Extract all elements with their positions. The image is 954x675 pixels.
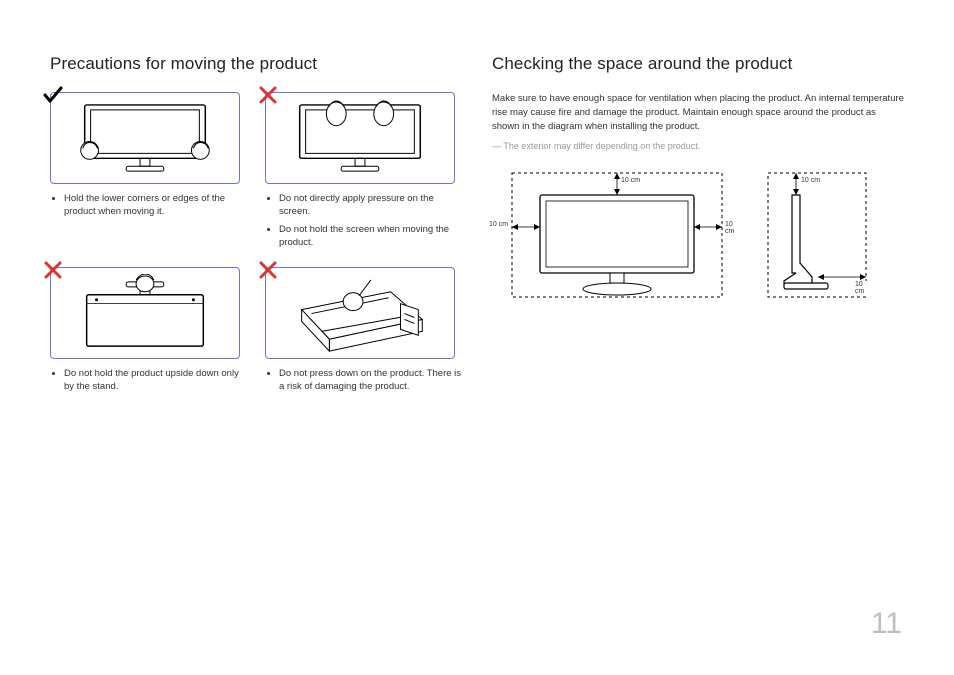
monitor-hold-corners-illustration [57,99,233,178]
precaution-cell-0: Hold the lower corners or edges of the p… [50,92,247,253]
page-number: 11 [871,607,902,641]
bullet-list: Do not press down on the product. There … [279,367,462,394]
bullet-list: Hold the lower corners or edges of the p… [64,192,247,219]
side-clearance-diagram: 10 cm 10 cm [762,165,872,305]
bullet-item: Do not hold the product upside down only… [64,367,247,394]
precaution-cell-2: Do not hold the product upside down only… [50,267,247,398]
clearance-right-label: 10 cm [724,221,735,235]
right-column: Checking the space around the product Ma… [492,54,904,398]
bullet-list: Do not directly apply pressure on the sc… [279,192,462,249]
illustration-panel [265,267,455,359]
monitor-upside-down-illustration [57,274,233,353]
clearance-side-back-label: 10 cm [854,281,872,295]
clearance-side-top-label: 10 cm [800,177,821,184]
right-heading: Checking the space around the product [492,54,904,74]
manual-page: Precautions for moving the product [0,0,954,675]
monitor-press-down-illustration [272,274,448,353]
illustration-panel [50,92,240,184]
precaution-cell-3: Do not press down on the product. There … [265,267,462,398]
spacing-diagrams: 10 cm 10 cm 10 cm [492,165,904,305]
front-clearance-diagram: 10 cm 10 cm 10 cm [502,165,732,305]
bullet-list: Do not hold the product upside down only… [64,367,247,394]
bullet-item: Do not hold the screen when moving the p… [279,223,462,250]
illustration-panel [265,92,455,184]
precautions-grid: Hold the lower corners or edges of the p… [50,92,462,398]
illustration-panel [50,267,240,359]
clearance-left-label: 10 cm [488,221,509,228]
bullet-item: Do not directly apply pressure on the sc… [279,192,462,219]
left-column: Precautions for moving the product [50,54,462,398]
note-text: The exterior may differ depending on the… [492,141,904,151]
monitor-press-screen-illustration [272,99,448,178]
bullet-item: Hold the lower corners or edges of the p… [64,192,247,219]
two-column-layout: Precautions for moving the product [50,54,904,398]
clearance-top-label: 10 cm [620,177,641,184]
bullet-item: Do not press down on the product. There … [279,367,462,394]
left-heading: Precautions for moving the product [50,54,462,74]
precaution-cell-1: Do not directly apply pressure on the sc… [265,92,462,253]
intro-text: Make sure to have enough space for venti… [492,92,904,133]
